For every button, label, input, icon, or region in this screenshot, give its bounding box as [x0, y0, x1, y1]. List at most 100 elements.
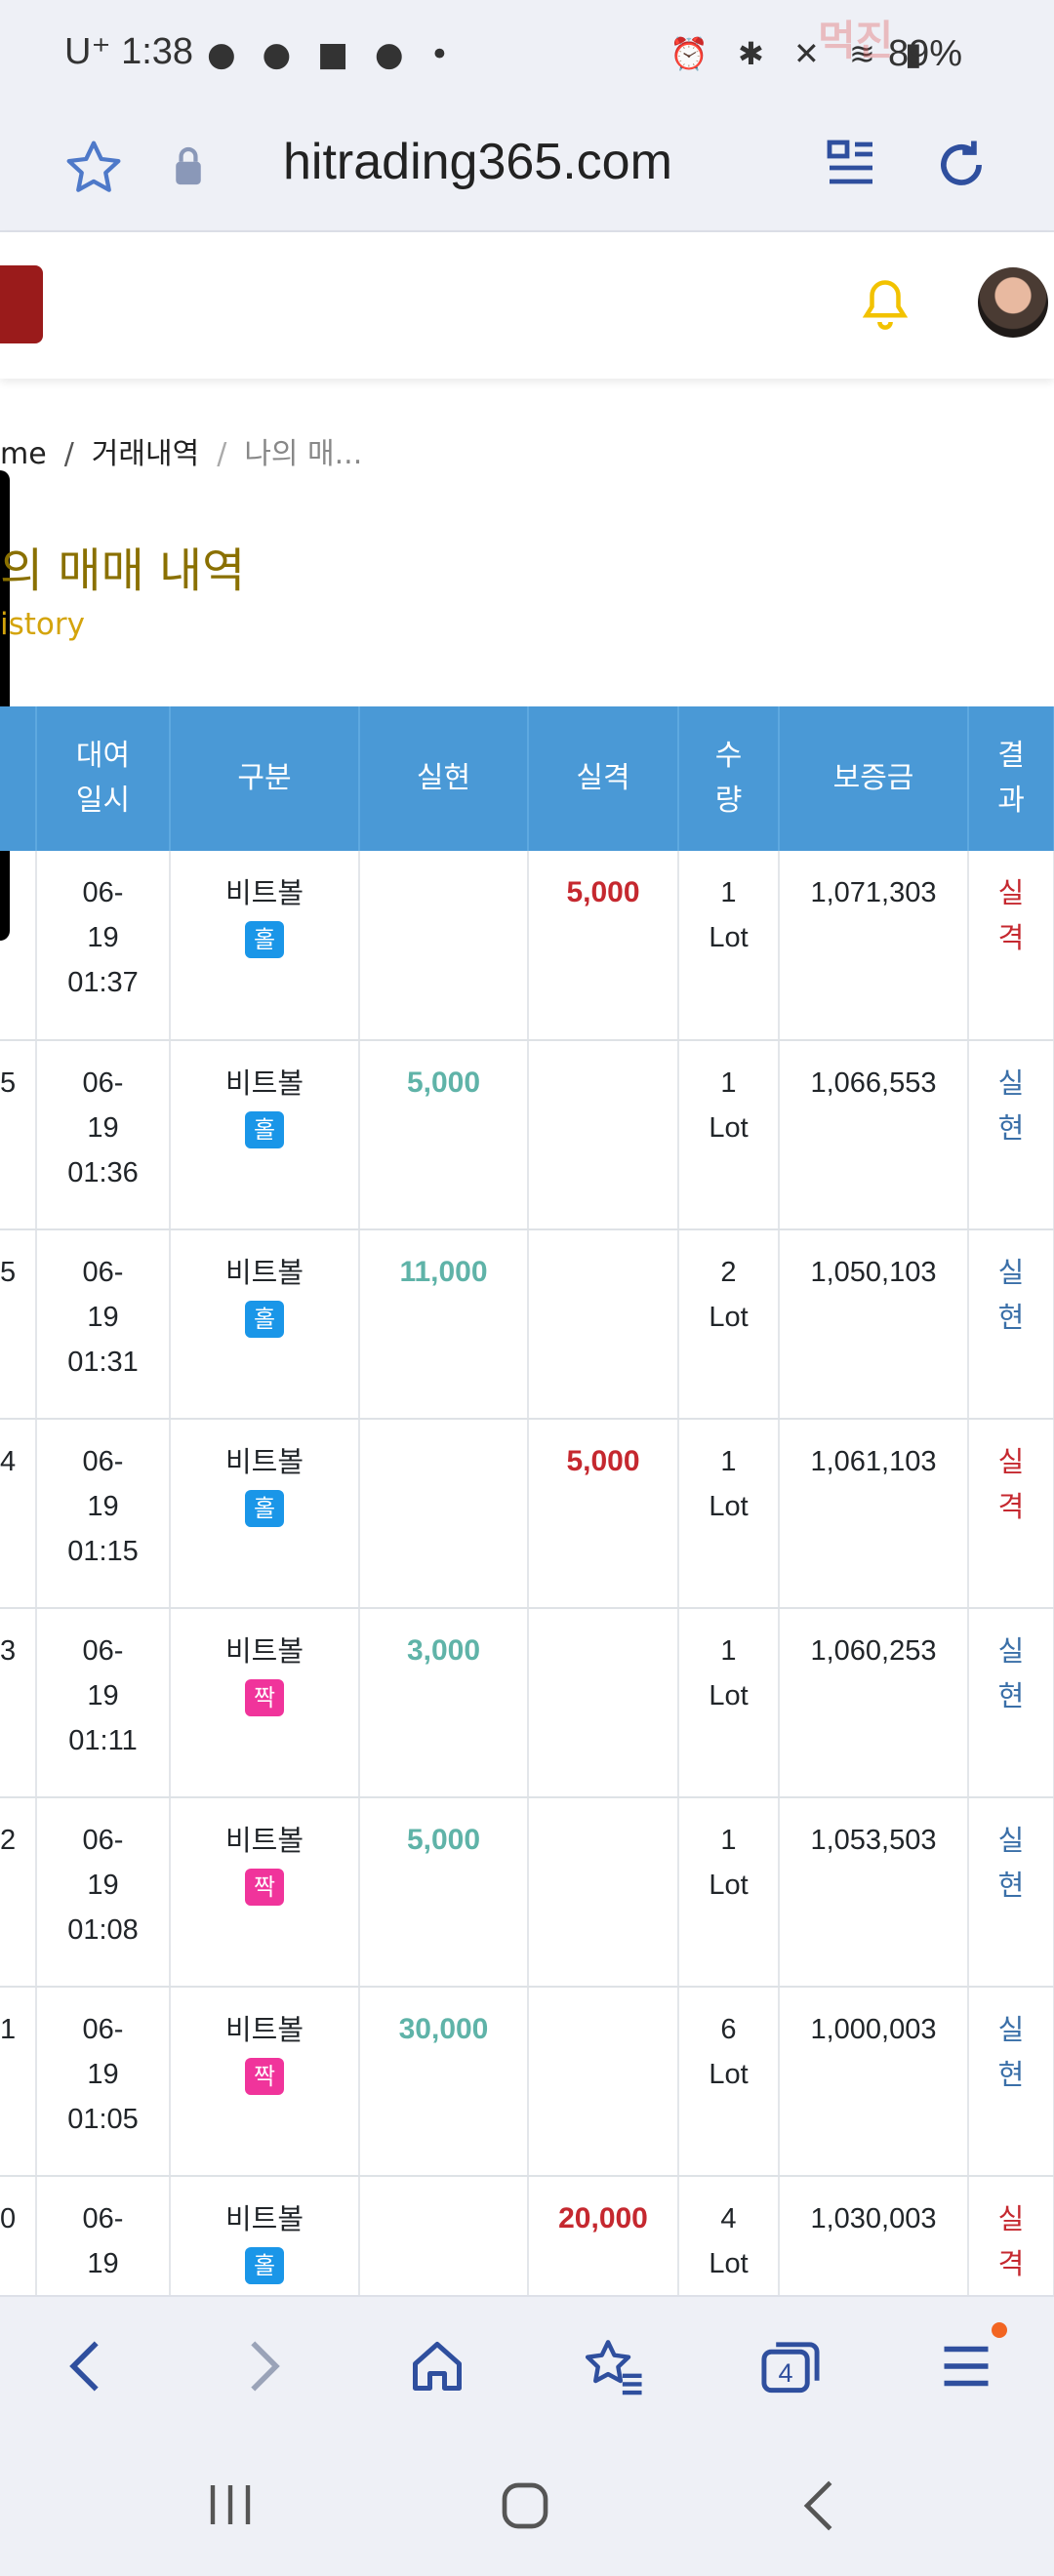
table-row: 2 06- 19 01:08 비트볼 짝 5,000 1 Lot 1,053,503 실 현: [0, 1797, 1054, 1988]
row-loss: 5,000: [528, 851, 679, 1041]
tabs-icon: 4: [761, 2342, 820, 2394]
row-profit: 30,000: [359, 1987, 529, 2177]
row-result: 실현: [968, 1040, 1054, 1230]
side-badge: 홀: [245, 1111, 284, 1148]
notification-icons: ● ● ■ ● •: [207, 35, 458, 74]
row-type: 비트볼 홀: [170, 851, 360, 1041]
row-deposit: 1,061,103: [779, 1419, 969, 1609]
row-qty: 1 Lot: [678, 1797, 780, 1988]
row-qty: 1 Lot: [678, 851, 780, 1041]
system-back-icon[interactable]: [800, 2478, 839, 2533]
page-title: 의 매매 내역: [0, 543, 246, 598]
product-name: 비트볼: [224, 1067, 304, 1100]
row-index: [0, 851, 37, 1041]
reload-icon[interactable]: [931, 135, 992, 195]
table-row: 3 06- 19 01:11 비트볼 짝 3,000 1 Lot 1,060,253 실 현: [0, 1608, 1054, 1798]
header-type: 구분: [170, 706, 360, 851]
header-qty: 수량: [678, 706, 780, 851]
row-result: 실격: [968, 1419, 1054, 1609]
row-loss: [528, 1040, 679, 1230]
row-index: 1: [0, 1987, 37, 2177]
bookmark-star-icon[interactable]: [62, 137, 125, 199]
table-row: 5 06- 19 01:36 비트볼 홀 5,000 1 Lot 1,066,553 실 현: [0, 1040, 1054, 1230]
menu-notification-dot: [992, 2322, 1007, 2338]
app-header: [0, 232, 1054, 379]
row-qty: 1 Lot: [678, 1419, 780, 1609]
tabs-button[interactable]: 4: [732, 2297, 849, 2435]
row-deposit: 1,000,003: [779, 1987, 969, 2177]
recent-apps-icon[interactable]: [203, 2480, 258, 2529]
back-button[interactable]: [27, 2297, 144, 2435]
tab-count: 4: [779, 2357, 793, 2388]
row-type: 비트볼홀: [170, 1040, 360, 1230]
breadcrumb-history[interactable]: 거래내역: [92, 437, 199, 471]
row-result: 실현: [968, 1229, 1054, 1420]
row-profit: [359, 1419, 529, 1609]
row-type: 비트볼 짝: [170, 1608, 360, 1798]
product-name: 비트볼: [224, 1824, 304, 1857]
row-index: 5: [0, 1040, 37, 1230]
header-index: [0, 706, 37, 851]
side-badge: 홀: [245, 1490, 284, 1527]
menu-button[interactable]: [908, 2297, 1025, 2435]
row-deposit: 1,050,103: [779, 1229, 969, 1420]
table-row: 06- 19 01:37 비트볼 홀 5,000 1 Lot 1,071,303 실 격: [0, 851, 1054, 1041]
row-deposit: 1,066,553: [779, 1040, 969, 1230]
trade-history-table: 대여 일시 구분 실현 실격 수량 보증금 결과 06- 19 01:37 비트볼 홀 5,…: [0, 706, 1054, 2366]
side-badge: 짝: [245, 1679, 284, 1716]
row-profit: 11,000: [359, 1229, 529, 1420]
row-result: 실현: [968, 1987, 1054, 2177]
row-time: 06- 19 01:11: [36, 1608, 171, 1798]
row-loss: 5,000: [528, 1419, 679, 1609]
row-profit: [359, 851, 529, 1041]
browser-url-bar: hitrading365.com: [0, 115, 1054, 232]
reader-mode-icon[interactable]: [826, 137, 876, 191]
url-text[interactable]: hitrading365.com: [283, 133, 672, 191]
system-nav-bar: [0, 2434, 1054, 2576]
battery-level: 89%: [888, 33, 963, 74]
row-profit: 5,000: [359, 1040, 529, 1230]
bookmarks-star-icon: [585, 2340, 642, 2395]
header-loss: 실격: [528, 706, 679, 851]
row-qty: 2 Lot: [678, 1229, 780, 1420]
watermark-logo: 먹진: [818, 17, 894, 64]
row-deposit: 1,071,303: [779, 851, 969, 1041]
header-time: 대여 일시: [36, 706, 171, 851]
row-profit: 5,000: [359, 1797, 529, 1988]
row-qty: 6 Lot: [678, 1987, 780, 2177]
bell-icon[interactable]: [859, 275, 912, 334]
breadcrumb: me / 거래내역 / 나의 매...: [0, 437, 363, 471]
home-circle-icon[interactable]: [498, 2478, 552, 2533]
home-icon: [413, 2342, 462, 2391]
side-badge: 홀: [245, 921, 284, 958]
chevron-left-icon: [69, 2341, 99, 2392]
header-deposit: 보증금: [779, 706, 969, 851]
breadcrumb-current: 나의 매...: [244, 437, 363, 471]
table-row: 4 06- 19 01:15 비트볼 홀 5,000 1 Lot 1,061,103 실 격: [0, 1419, 1054, 1609]
site-logo[interactable]: [0, 265, 43, 343]
status-time: U⁺ 1:38: [64, 31, 194, 72]
row-result: 실현: [968, 1608, 1054, 1798]
header-profit: 실현: [359, 706, 529, 851]
row-qty: 1 Lot: [678, 1608, 780, 1798]
home-button[interactable]: [379, 2297, 496, 2435]
row-loss: [528, 1608, 679, 1798]
browser-bottom-nav: 4: [0, 2295, 1054, 2435]
row-index: 4: [0, 1419, 37, 1609]
row-deposit: 1,060,253: [779, 1608, 969, 1798]
bookmarks-button[interactable]: [554, 2297, 671, 2435]
page-subtitle: istory: [0, 607, 85, 642]
lock-icon: [176, 146, 201, 185]
forward-button[interactable]: [205, 2297, 322, 2435]
user-avatar[interactable]: [978, 267, 1048, 338]
status-bar: U⁺ 1:38 ● ● ■ ● • ⏰ ✱ ✕ ≋ ▮ 89% 먹진: [0, 0, 1054, 115]
row-index: 5: [0, 1229, 37, 1420]
row-type: 비트볼짝: [170, 1987, 360, 2177]
table-row: 1 06- 19 01:05 비트볼 짝 30,000 6 Lot 1,000,003 실 현: [0, 1987, 1054, 2177]
breadcrumb-home[interactable]: me: [0, 437, 47, 471]
table-header-row: 대여 일시 구분 실현 실격 수량 보증금 결과: [0, 706, 1054, 851]
side-badge: 짝: [245, 2058, 284, 2095]
product-name: 비트볼: [224, 2013, 304, 2046]
row-time: 06- 19 01:05: [36, 1987, 171, 2177]
side-badge: 짝: [245, 1869, 284, 1906]
